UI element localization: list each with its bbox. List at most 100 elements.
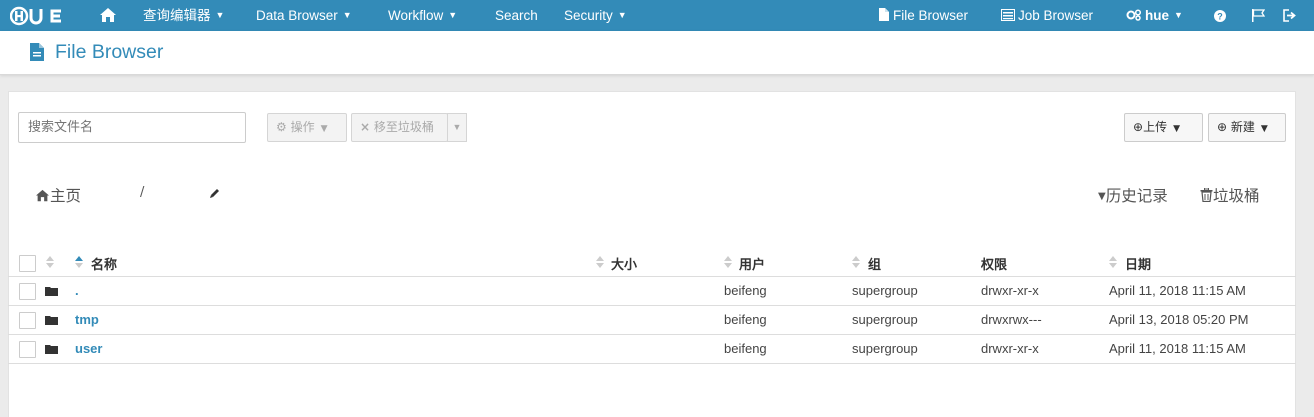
sort-icon[interactable] [46, 254, 54, 270]
file-name-link[interactable]: tmp [75, 312, 99, 327]
file-name-link[interactable]: . [75, 283, 79, 298]
nav-query-editor-label: 查询编辑器 [143, 8, 211, 23]
row-checkbox[interactable] [19, 283, 36, 300]
chevron-down-icon: ▼ [452, 122, 462, 132]
chevron-down-icon: ▼ [617, 10, 627, 20]
nav-workflow[interactable]: Workflow ▼ [388, 0, 457, 31]
chevron-down-icon: ▼ [1260, 124, 1268, 134]
file-user: beifeng [724, 283, 767, 298]
list-icon [1001, 9, 1015, 21]
plus-circle-icon: ⊕ [1217, 120, 1228, 134]
file-group: supergroup [852, 312, 918, 327]
file-user: beifeng [724, 341, 767, 356]
upload-button-label: 上传 [1143, 120, 1168, 134]
new-button[interactable]: ⊕ 新建 ▼ [1208, 113, 1286, 142]
actions-button[interactable]: ⚙ 操作 ▼ [267, 113, 347, 142]
nav-security[interactable]: Security ▼ [564, 0, 627, 31]
file-group: supergroup [852, 341, 918, 356]
file-date: April 13, 2018 05:20 PM [1109, 312, 1249, 327]
nav-security-label: Security [564, 8, 613, 23]
table-header: 名称 大小 用户 组 权限 日期 [8, 248, 1296, 277]
file-icon [30, 43, 44, 61]
breadcrumb-home[interactable]: 主页 [35, 184, 81, 206]
select-all-checkbox[interactable] [19, 255, 36, 272]
cogs-icon [1126, 9, 1142, 21]
sort-icon[interactable] [596, 254, 604, 270]
folder-icon [45, 345, 58, 354]
cog-icon: ⚙ [276, 120, 287, 134]
folder-icon [45, 316, 58, 325]
row-checkbox[interactable] [19, 341, 36, 358]
sort-icon[interactable] [724, 254, 732, 270]
row-checkbox[interactable] [19, 312, 36, 329]
file-permissions[interactable]: drwxr-xr-x [981, 341, 1039, 356]
nav-data-browser[interactable]: Data Browser ▼ [256, 0, 352, 31]
sort-icon[interactable] [852, 254, 860, 270]
home-icon[interactable] [99, 7, 117, 23]
chevron-down-icon: ▼ [1174, 10, 1183, 20]
search-input[interactable] [18, 112, 246, 143]
folder-icon [45, 287, 58, 296]
actions-button-label: 操作 [290, 120, 315, 134]
breadcrumb-separator: / [140, 185, 145, 200]
nav-user-menu[interactable]: hue ▼ [1126, 0, 1183, 31]
nav-search-label: Search [495, 8, 538, 23]
table-row[interactable]: . beifeng supergroup drwxr-xr-x April 11… [8, 277, 1296, 306]
chevron-down-icon: ▼ [448, 10, 458, 20]
chevron-down-icon: ▼ [320, 124, 328, 134]
table-row[interactable]: user beifeng supergroup drwxr-xr-x April… [8, 335, 1296, 364]
sort-asc-icon[interactable] [75, 254, 83, 270]
flag-icon[interactable] [1251, 9, 1265, 22]
chevron-down-icon: ▼ [342, 10, 352, 20]
breadcrumb-home-label: 主页 [50, 187, 82, 205]
upload-button[interactable]: ⊕上传 ▼ [1124, 113, 1203, 142]
upload-icon: ⊕ [1133, 120, 1144, 134]
top-navbar: 查询编辑器 ▼ Data Browser ▼ Workflow ▼ Search Se… [0, 0, 1314, 31]
help-icon[interactable]: ? [1214, 10, 1226, 22]
chevron-down-icon: ▼ [1173, 124, 1180, 134]
trash-icon [1200, 187, 1213, 203]
nav-user-label: hue [1145, 8, 1170, 23]
file-name-link[interactable]: user [75, 341, 102, 356]
nav-workflow-label: Workflow [388, 8, 444, 23]
trash-link[interactable]: 垃圾桶 [1200, 184, 1260, 206]
move-to-trash-button[interactable]: × 移至垃圾桶 [351, 113, 448, 142]
nav-file-browser[interactable]: File Browser [878, 0, 968, 31]
chevron-down-icon: ▼ [215, 10, 225, 20]
trash-dropdown-toggle[interactable]: ▼ [447, 113, 467, 142]
hue-logo[interactable] [9, 6, 66, 32]
history-label: 历史记录 [1105, 187, 1168, 205]
column-header-size[interactable]: 大小 [611, 254, 637, 273]
file-user: beifeng [724, 312, 767, 327]
nav-query-editor[interactable]: 查询编辑器 ▼ [143, 0, 224, 31]
file-icon [879, 8, 889, 21]
nav-job-browser[interactable]: Job Browser [1001, 0, 1093, 31]
trash-link-label: 垃圾桶 [1213, 187, 1260, 205]
file-permissions[interactable]: drwxr-xr-x [981, 283, 1039, 298]
column-header-group[interactable]: 组 [868, 254, 881, 273]
page-title: File Browser [55, 41, 164, 63]
history-dropdown[interactable]: ▼历史记录 [1098, 184, 1168, 206]
sort-icon[interactable] [1109, 254, 1117, 270]
file-group: supergroup [852, 283, 918, 298]
column-header-name[interactable]: 名称 [91, 254, 117, 273]
new-button-label: 新建 [1230, 120, 1255, 134]
caret-down-icon: ▼ [1098, 191, 1106, 202]
nav-job-browser-label: Job Browser [1018, 8, 1094, 23]
sign-out-icon[interactable] [1283, 9, 1297, 22]
nav-file-browser-label: File Browser [893, 8, 969, 23]
column-header-user[interactable]: 用户 [739, 254, 765, 273]
nav-data-browser-label: Data Browser [256, 8, 338, 23]
file-date: April 11, 2018 11:15 AM [1109, 283, 1246, 298]
column-header-permissions[interactable]: 权限 [981, 254, 1007, 273]
edit-path-icon[interactable] [209, 187, 221, 199]
file-permissions[interactable]: drwxrwx--- [981, 312, 1042, 327]
nav-search[interactable]: Search [495, 0, 538, 31]
home-icon [36, 189, 49, 202]
table-row[interactable]: tmp beifeng supergroup drwxrwx--- April … [8, 306, 1296, 335]
move-to-trash-label: 移至垃圾桶 [373, 120, 434, 134]
column-header-date[interactable]: 日期 [1125, 254, 1151, 273]
hue-logo-graphic [9, 6, 61, 26]
page-header: File Browser [0, 31, 1314, 75]
close-icon: × [360, 120, 371, 134]
